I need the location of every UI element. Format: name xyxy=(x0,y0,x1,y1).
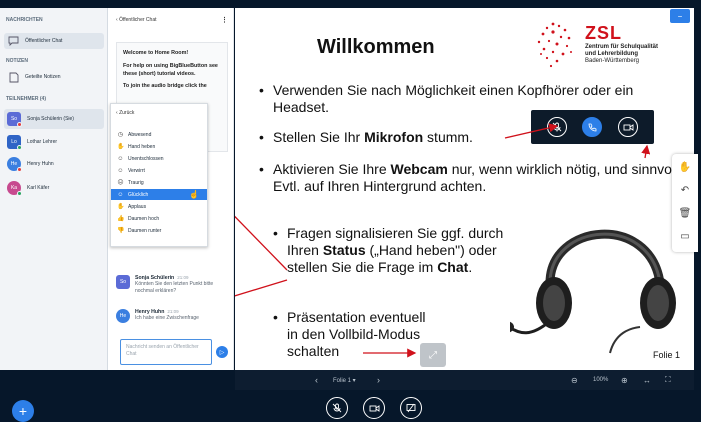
message-time: 21:09 xyxy=(177,275,189,280)
minus-icon: − xyxy=(677,11,683,21)
whiteboard-toolbar: ✋ ↶ 🗑 ▭ xyxy=(672,154,698,252)
bbb-app: NACHRICHTEN Öffentlicher Chat NOTIZEN Ge… xyxy=(0,0,701,422)
chat-options-icon[interactable]: ⋮ xyxy=(221,16,228,24)
action-bar xyxy=(0,390,701,422)
status-item-sad[interactable]: ☹ Traurig xyxy=(111,177,207,188)
expand-icon: ⤢ xyxy=(429,349,437,361)
clock-icon: ◷ xyxy=(117,132,124,138)
participants-section-title: TEILNEHMER (4) xyxy=(6,96,46,102)
avatar: He xyxy=(116,309,130,323)
sidebar-item-label: Geteilte Notizen xyxy=(25,74,61,80)
avatar: Lo xyxy=(7,135,22,150)
hand-tool-icon[interactable]: ✋ xyxy=(678,160,692,174)
undo-icon[interactable]: ↶ xyxy=(678,183,692,197)
chat-icon xyxy=(8,36,19,47)
presentation-navbar: ‹ Folie 1 ▾ › ⊖ 100% ⊕ ↔ ⛶ xyxy=(235,370,694,390)
thumbs-up-icon: 👍 xyxy=(117,216,125,222)
chat-message: He Henry Huhn 21:09 Ich habe eine Zwische… xyxy=(116,309,230,323)
chat-message-input[interactable]: Nachricht senden an Öffentlicher Chat xyxy=(120,339,212,365)
fullscreen-button[interactable]: ⤢ xyxy=(420,343,446,367)
message-text: Ich habe eine Zwischenfrage xyxy=(135,315,199,321)
minimize-presentation-button[interactable]: − xyxy=(670,9,690,23)
status-item-happy[interactable]: ☺ Glücklich ☝ xyxy=(111,189,207,200)
sad-face-icon: ☹ xyxy=(117,180,124,186)
status-item-thumbs-up[interactable]: 👍 Daumen hoch xyxy=(111,213,207,224)
participant-row[interactable]: He Henry Huhn xyxy=(4,154,104,174)
chat-back-button[interactable]: ‹ Öffentlicher Chat xyxy=(116,17,157,23)
send-message-button[interactable]: ▷ xyxy=(216,346,228,358)
mute-button[interactable] xyxy=(326,397,348,419)
slide-number-label: Folie 1 xyxy=(652,350,680,360)
status-item-away[interactable]: ◷ Abwesend xyxy=(111,129,207,140)
welcome-title: Welcome to Home Room! xyxy=(123,50,189,56)
status-item-confused[interactable]: ☺ Verwirrt xyxy=(111,165,207,176)
sidebar-item-shared-notes[interactable]: Geteilte Notizen xyxy=(4,69,104,85)
share-screen-button[interactable] xyxy=(400,397,422,419)
message-time: 21:09 xyxy=(167,309,179,314)
next-slide-button[interactable]: › xyxy=(377,375,380,385)
applause-icon: ✋ xyxy=(117,204,125,210)
plus-icon: + xyxy=(18,403,28,419)
chat-header: ‹ Öffentlicher Chat ⋮ xyxy=(116,16,228,24)
participant-name: Lothar Lehrer xyxy=(27,139,58,145)
avatar: Ka xyxy=(7,181,22,196)
previous-slide-button[interactable]: ‹ xyxy=(315,375,318,385)
chat-message: So Sonja Schülerin 21:09 Könnten Sie den … xyxy=(116,275,230,295)
avatar: So xyxy=(116,275,130,289)
presentation-slide: Willkommen ZSL Zentrum für Schulqualität xyxy=(235,8,694,370)
participant-name: Sonja Schülerin (Sie) xyxy=(27,116,74,122)
multi-user-whiteboard-icon[interactable]: ▭ xyxy=(678,229,692,243)
zoom-in-button[interactable]: ⊕ xyxy=(621,376,628,385)
cursor-icon: ☝ xyxy=(189,190,199,199)
slide-select[interactable]: Folie 1 ▾ xyxy=(333,377,356,384)
actions-plus-button[interactable]: + xyxy=(12,400,34,422)
happy-face-icon: ☺ xyxy=(117,191,124,198)
trash-icon[interactable]: 🗑 xyxy=(678,206,692,220)
zoom-level: 100% xyxy=(593,377,609,383)
avatar: He xyxy=(7,157,22,172)
participant-row[interactable]: Ka Karl Käfer xyxy=(4,178,104,198)
status-menu: ‹ Zurück ◷ Abwesend ✋ Hand heben ☺ Unentsch… xyxy=(110,103,208,247)
webcam-icon xyxy=(369,404,379,412)
presentation-area: Willkommen ZSL Zentrum für Schulqualität xyxy=(235,8,694,370)
confused-face-icon: ☺ xyxy=(117,167,124,174)
sidebar: NACHRICHTEN Öffentlicher Chat NOTIZEN Ge… xyxy=(0,8,108,370)
send-icon: ▷ xyxy=(219,349,225,356)
sidebar-item-label: Öffentlicher Chat xyxy=(25,38,63,44)
participant-name: Karl Käfer xyxy=(27,185,50,191)
status-item-applause[interactable]: ✋ Applaus xyxy=(111,201,207,212)
status-item-undecided[interactable]: ☺ Unentschlossen xyxy=(111,153,207,164)
notes-section-title: NOTIZEN xyxy=(6,58,28,64)
status-item-thumbs-down[interactable]: 👎 Daumen runter xyxy=(111,225,207,236)
participant-row[interactable]: Lo Lothar Lehrer xyxy=(4,132,104,152)
fit-width-button[interactable]: ↔ xyxy=(643,376,651,385)
fullscreen-icon[interactable]: ⛶ xyxy=(665,375,671,385)
messages-section-title: NACHRICHTEN xyxy=(6,17,43,23)
neutral-face-icon: ☺ xyxy=(117,155,124,162)
message-text: Könnten Sie den letzten Punkt bitte noch… xyxy=(135,281,214,294)
zoom-out-button[interactable]: ⊖ xyxy=(571,376,578,385)
status-back-button[interactable]: ‹ Zurück xyxy=(116,110,134,116)
welcome-audio-text: To join the audio bridge click the xyxy=(123,83,207,90)
participant-name: Henry Huhn xyxy=(27,161,54,167)
webcam-button[interactable] xyxy=(363,397,385,419)
notes-icon xyxy=(8,72,19,83)
hand-icon: ✋ xyxy=(117,144,125,150)
screenshare-icon xyxy=(406,403,416,413)
welcome-help-text: For help on using BigBlueButton see thes… xyxy=(123,62,218,77)
avatar: So xyxy=(7,112,22,127)
participant-row[interactable]: So Sonja Schülerin (Sie) xyxy=(4,109,104,129)
headset-image xyxy=(510,229,676,354)
mic-muted-icon xyxy=(332,403,342,413)
status-item-raise-hand[interactable]: ✋ Hand heben xyxy=(111,141,207,152)
sidebar-item-public-chat[interactable]: Öffentlicher Chat xyxy=(4,33,104,49)
thumbs-down-icon: 👎 xyxy=(117,228,125,234)
